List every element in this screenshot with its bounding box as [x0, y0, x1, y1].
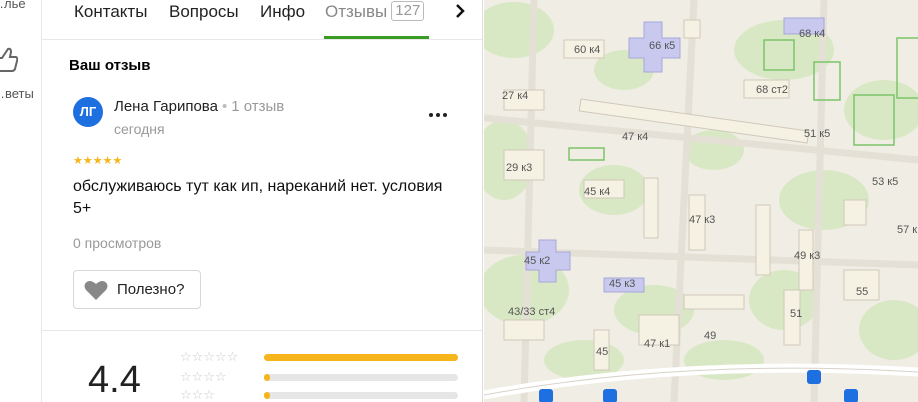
map-building-label: 47 к4	[622, 131, 649, 143]
rating-row-stars: ☆☆☆☆☆	[180, 349, 239, 364]
tab-reviews-label: Отзывы	[325, 2, 388, 21]
map-building-label: 43/33 ст4	[508, 306, 556, 318]
rating-row-bar	[264, 392, 458, 399]
org-panel: Контакты Вопросы Инфо Отзывы 127 Ваш отзы…	[42, 0, 483, 402]
rating-row-bar	[264, 354, 458, 361]
active-tab-indicator	[324, 36, 429, 39]
rating-row-stars: ☆☆☆☆	[180, 369, 227, 384]
app-root: …лье …веты Контакты Вопросы Инфо Отзывы1…	[0, 0, 918, 402]
map-building-label: 55	[856, 286, 869, 298]
author-name[interactable]: Лена Гарипова	[114, 98, 218, 115]
map-building-label: 53 к5	[872, 176, 899, 188]
author-review-count: 1 отзыв	[231, 98, 285, 115]
tab-bar: Контакты Вопросы Инфо Отзывы 127	[42, 0, 482, 40]
tab-questions[interactable]: Вопросы	[169, 0, 239, 24]
map-building-label: 68 ст2	[756, 84, 788, 96]
map-building-label: 51	[790, 308, 803, 320]
avatar[interactable]: ЛГ	[73, 97, 103, 127]
map-building-label: 27 к4	[502, 90, 529, 102]
reviews-count-badge: 127	[391, 1, 425, 21]
divider	[42, 330, 482, 331]
map-building-label: 68 к4	[799, 28, 826, 40]
heart-icon	[84, 281, 108, 300]
map-building-label: 49	[704, 330, 717, 342]
review-author: Лена Гарипова • 1 отзыв	[114, 98, 284, 115]
section-title: Ваш отзыв	[69, 57, 151, 74]
chevron-right-icon[interactable]	[452, 2, 468, 20]
tab-info[interactable]: Инфо	[260, 0, 305, 24]
map-building-label: 45 к4	[584, 186, 611, 198]
map-building-label: 29 к3	[506, 162, 533, 174]
map-building-label: 47 к3	[689, 214, 716, 226]
overall-rating: 4.4	[88, 359, 141, 401]
separator-dot: •	[221, 98, 228, 115]
more-options-icon[interactable]	[426, 102, 452, 122]
rating-row-bar-fill	[264, 374, 270, 381]
map-building-label: 57 к	[897, 224, 918, 236]
rating-row-stars: ☆☆☆	[180, 387, 215, 402]
map-building-label: 66 к5	[649, 40, 676, 52]
map-building-label: 51 к5	[804, 128, 831, 140]
review-stars: ★★★★★	[73, 155, 123, 167]
tab-reviews[interactable]: Отзывы 127	[325, 0, 425, 24]
review-text: обслуживаюсь тут как ип, нареканий нет. …	[73, 178, 443, 217]
rating-row-bar	[264, 374, 458, 381]
left-rail: …лье …веты	[0, 0, 42, 402]
rail-item-label[interactable]: …веты	[0, 86, 34, 101]
tab-contacts[interactable]: Контакты	[74, 0, 147, 24]
map-building-label: 47 к1	[644, 338, 671, 350]
useful-button[interactable]: Полезно?	[73, 270, 201, 309]
views-count: 0 просмотров	[73, 235, 162, 251]
thumbs-up-icon[interactable]	[0, 46, 18, 72]
map-building-label: 60 к4	[574, 44, 601, 56]
rating-row-bar-fill	[264, 392, 270, 399]
map-view[interactable]: 60 к4 66 к5 68 к4 27 к4 68 ст2 47 к4 51 к5 29 к…	[484, 0, 918, 402]
useful-button-label: Полезно?	[117, 281, 185, 298]
map-canvas	[484, 0, 918, 402]
rail-item-label[interactable]: …лье	[0, 0, 26, 11]
map-building-label: 49 к3	[794, 250, 821, 262]
rating-row-bar-fill	[264, 354, 458, 361]
review-date: сегодня	[114, 121, 165, 137]
map-building-label: 45 к2	[524, 255, 551, 267]
map-building-label: 45	[596, 346, 609, 358]
map-building-label: 45 к3	[609, 278, 636, 290]
